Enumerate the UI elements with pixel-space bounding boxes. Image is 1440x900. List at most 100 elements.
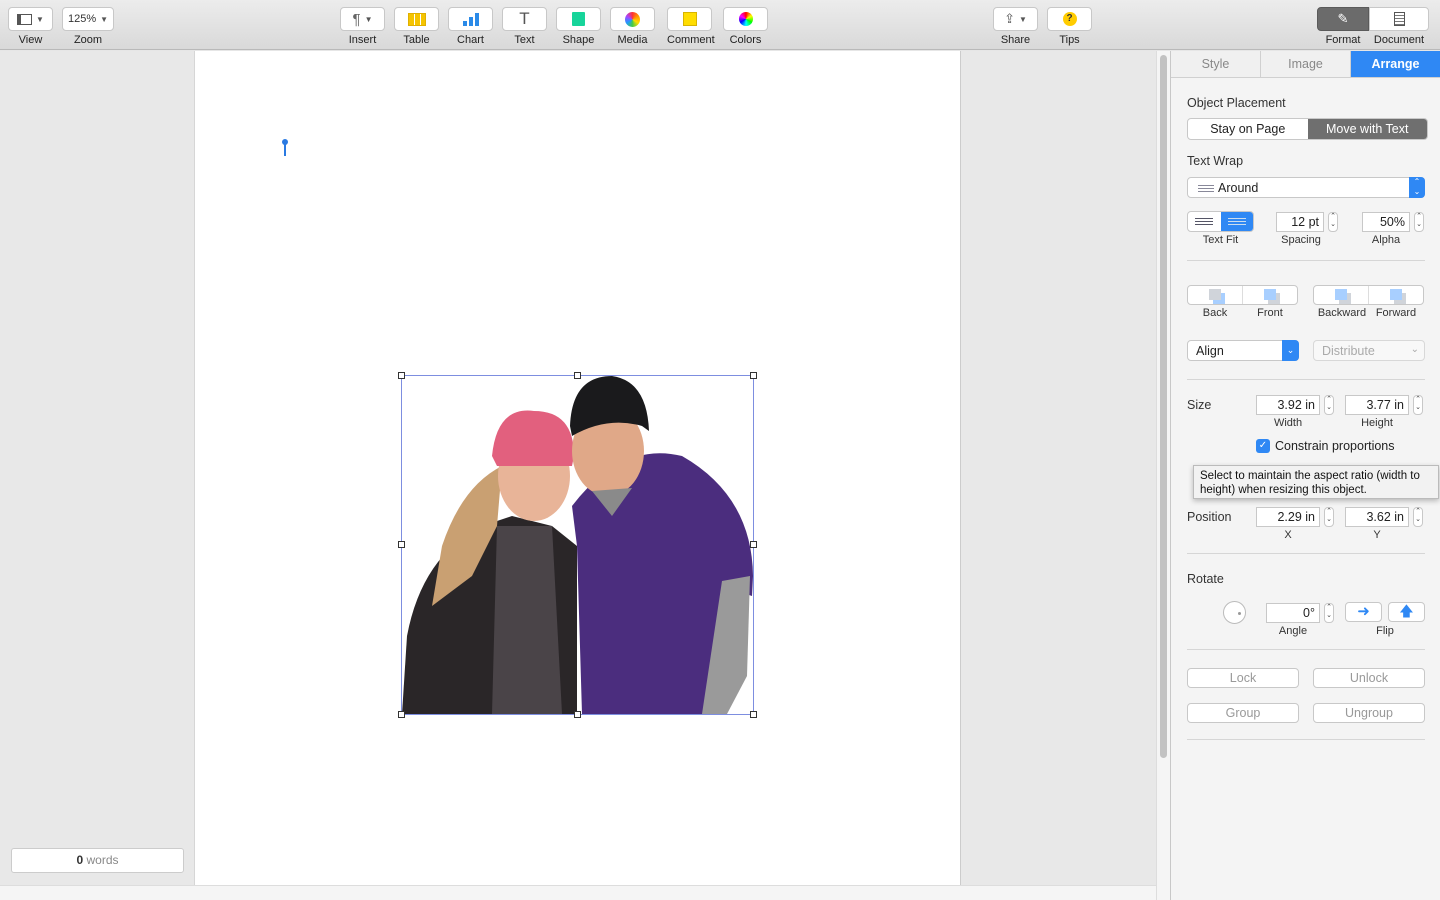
unlock-button[interactable]: Unlock [1313,668,1425,688]
spacing-label: Spacing [1281,234,1321,246]
spacing-stepper[interactable]: ⌃ ⌄ [1328,212,1338,232]
divider [1187,379,1425,380]
canvas-background [961,51,1156,885]
text-wrap-dropdown[interactable]: Around ⌃ ⌄ [1187,177,1425,198]
height-label: Height [1361,417,1393,429]
updown-chevron-icon: ⌃ ⌄ [1409,177,1425,198]
colors-button[interactable]: Colors [723,7,768,46]
scroll-thumb[interactable] [1160,55,1167,758]
text-fit-contour-button[interactable] [1188,212,1221,231]
alpha-field[interactable]: 50% [1362,212,1410,232]
document-button[interactable]: Document [1369,7,1429,46]
forward-button[interactable] [1368,286,1423,304]
arrow-right-icon: ➜ [1357,603,1370,620]
tab-style[interactable]: Style [1171,51,1261,77]
forward-label: Forward [1375,307,1417,319]
size-heading: Size [1187,398,1212,412]
shape-button[interactable]: Shape [556,7,601,46]
share-button[interactable]: ⇪ ▼ Share [993,7,1038,46]
chevron-down-icon: ▼ [100,14,109,24]
text-label: Text [514,34,535,46]
spacing-field[interactable]: 12 pt [1276,212,1324,232]
media-icon [625,11,640,27]
flip-vertical-button[interactable]: 🡅 [1388,602,1425,622]
media-button[interactable]: Media [610,7,655,46]
pilcrow-icon: ¶ [352,10,361,28]
tips-icon: ? [1062,12,1077,26]
tips-button[interactable]: ? Tips [1047,7,1092,46]
media-label: Media [617,34,648,46]
text-button[interactable]: T Text [502,7,547,46]
angle-field[interactable]: 0° [1266,603,1320,623]
table-button[interactable]: Table [394,7,439,46]
text-fit-box-button[interactable] [1220,212,1253,231]
table-icon [407,12,426,26]
divider [1187,260,1425,261]
text-fit-label: Text Fit [1202,234,1239,246]
width-label: Width [1273,417,1303,429]
height-field[interactable]: 3.77 in [1345,395,1409,415]
arrow-up-icon: 🡅 [1399,603,1414,619]
chart-button[interactable]: Chart [448,7,493,46]
constrain-label: Constrain proportions [1275,439,1395,453]
resize-handle[interactable] [574,711,581,718]
distribute-label: Distribute [1322,344,1375,358]
zoom-label: Zoom [73,34,103,46]
distribute-dropdown[interactable]: Distribute ⌄ [1313,340,1425,361]
forward-icon [1390,289,1402,300]
width-stepper[interactable]: ⌃ ⌄ [1324,395,1334,415]
zoom-dropdown[interactable]: 125% ▼ Zoom [62,7,114,46]
chart-label: Chart [457,34,484,46]
resize-handle[interactable] [574,372,581,379]
format-button[interactable]: ✎ Format [1317,7,1369,46]
y-stepper[interactable]: ⌃ ⌄ [1413,507,1423,527]
resize-handle[interactable] [750,711,757,718]
chart-icon [462,13,479,26]
bring-to-front-button[interactable] [1242,286,1297,304]
document-icon [1393,12,1405,26]
group-button[interactable]: Group [1187,703,1299,723]
resize-handle[interactable] [398,711,405,718]
resize-handle[interactable] [398,372,405,379]
resize-handle[interactable] [750,372,757,379]
ungroup-button[interactable]: Ungroup [1313,703,1425,723]
angle-stepper[interactable]: ⌃ ⌄ [1324,603,1334,623]
insert-button[interactable]: ¶ ▼ Insert [340,7,385,46]
comment-button[interactable]: Comment [667,7,715,46]
alpha-stepper[interactable]: ⌃ ⌄ [1414,212,1424,232]
backward-button[interactable] [1314,286,1368,304]
resize-handle[interactable] [750,541,757,548]
wrap-icon [1195,216,1214,227]
tab-image[interactable]: Image [1261,51,1351,77]
divider [1187,739,1425,740]
move-with-text-option[interactable]: Move with Text [1307,119,1427,139]
stay-on-page-option[interactable]: Stay on Page [1188,119,1308,139]
wrap-icon [1227,216,1246,227]
resize-handle[interactable] [398,541,405,548]
constrain-proportions-checkbox[interactable]: ✓ Constrain proportions [1256,439,1395,453]
divider [1187,649,1425,650]
x-stepper[interactable]: ⌃ ⌄ [1324,507,1334,527]
y-label: Y [1373,529,1381,541]
vertical-scrollbar[interactable] [1156,51,1170,900]
x-label: X [1284,529,1292,541]
rotate-dial[interactable] [1223,601,1246,624]
lock-button[interactable]: Lock [1187,668,1299,688]
send-to-back-button[interactable] [1188,286,1242,304]
share-label: Share [1000,34,1031,46]
word-count-value: 0 [76,853,84,867]
zoom-value: 125% [67,13,97,25]
align-dropdown[interactable]: Align ⌄ [1187,340,1299,361]
tab-arrange[interactable]: Arrange [1351,51,1440,77]
sidebar-icon [17,13,33,25]
selected-image[interactable] [398,372,757,718]
width-field[interactable]: 3.92 in [1256,395,1320,415]
word-count[interactable]: 0 words [11,848,184,873]
x-field[interactable]: 2.29 in [1256,507,1320,527]
y-field[interactable]: 3.62 in [1345,507,1409,527]
height-stepper[interactable]: ⌃ ⌄ [1413,395,1423,415]
view-button[interactable]: ▼ View [8,7,53,46]
horizontal-scrollbar[interactable] [0,885,1156,900]
table-label: Table [403,34,430,46]
flip-horizontal-button[interactable]: ➜ [1345,602,1382,622]
